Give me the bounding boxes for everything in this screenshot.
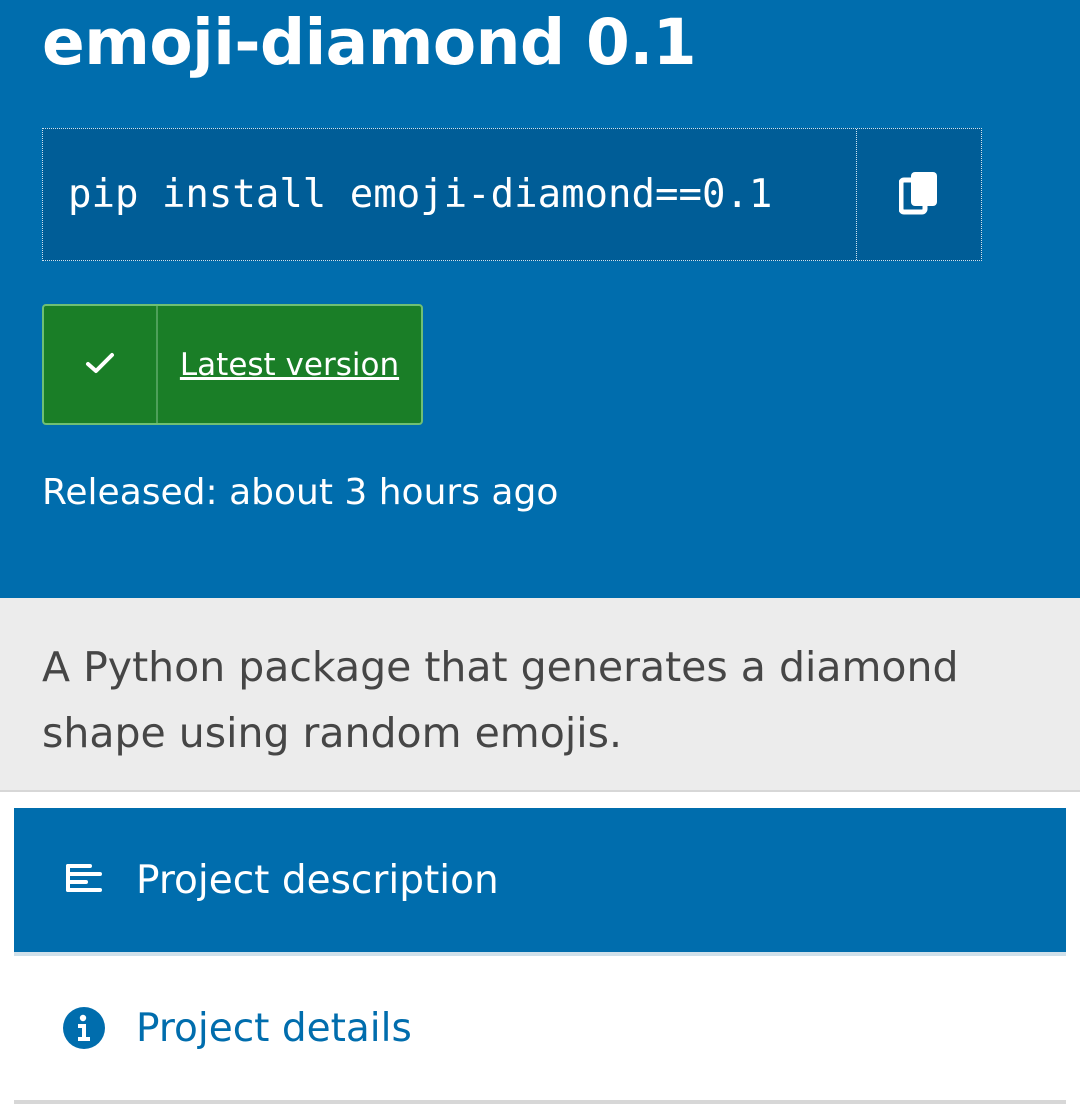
tab-project-description[interactable]: Project description <box>14 808 1066 956</box>
tab-project-description-label: Project description <box>136 857 499 903</box>
package-summary: A Python package that generates a diamon… <box>0 598 1080 792</box>
tab-project-details-label: Project details <box>136 1005 412 1051</box>
latest-version-link[interactable]: Latest version <box>158 306 421 423</box>
copy-icon <box>898 170 939 220</box>
check-icon <box>85 351 115 379</box>
release-date: Released: about 3 hours ago <box>42 472 559 513</box>
package-header: emoji-diamond 0.1 pip install emoji-diam… <box>0 0 1080 598</box>
tab-project-details[interactable]: Project details <box>14 956 1066 1100</box>
copy-button[interactable] <box>856 129 981 260</box>
align-left-icon <box>64 863 104 897</box>
pip-install-box: pip install emoji-diamond==0.1 <box>42 128 982 261</box>
pip-command[interactable]: pip install emoji-diamond==0.1 <box>43 129 856 260</box>
badge-check-area <box>44 306 158 423</box>
divider <box>14 1100 1066 1104</box>
page-title: emoji-diamond 0.1 <box>42 6 697 79</box>
info-icon <box>62 1006 106 1050</box>
latest-version-badge: Latest version <box>42 304 423 425</box>
summary-text: A Python package that generates a diamon… <box>42 643 959 757</box>
